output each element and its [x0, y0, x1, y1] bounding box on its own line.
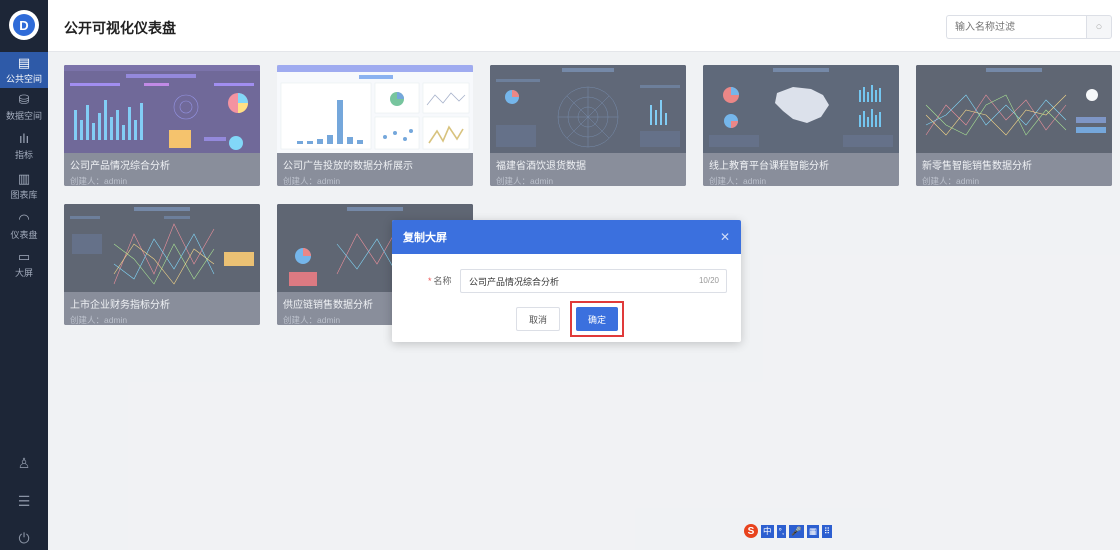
- sidebar-item-label: 公共空间: [5, 73, 42, 84]
- sidebar-item-label: 大屏: [14, 267, 33, 278]
- sidebar-item-public-space[interactable]: ▤ 公共空间: [0, 52, 48, 88]
- keyboard-icon[interactable]: ▦: [806, 524, 819, 538]
- ime-menu-icon[interactable]: ⠿: [821, 524, 833, 538]
- chart-library-icon: ▥: [17, 170, 31, 186]
- sidebar-item-data-space[interactable]: ⛁ 数据空间: [0, 89, 48, 125]
- ime-toolbar: S 中 °, 🎤 ▦ ⠿: [744, 523, 833, 539]
- header: 公开可视化仪表盘 ○: [48, 0, 1120, 52]
- microphone-icon[interactable]: 🎤: [789, 524, 804, 538]
- database-icon: ⛁: [18, 91, 30, 107]
- char-counter: 10/20: [698, 276, 719, 285]
- name-field[interactable]: [460, 269, 727, 293]
- document-icon: ▤: [17, 54, 31, 70]
- search-icon[interactable]: ○: [1086, 15, 1112, 39]
- name-field-label: * 名称: [428, 276, 452, 286]
- copy-screen-dialog: 复制大屏 ✕ *名称 10/20: [392, 220, 741, 342]
- monitor-icon: ▭: [17, 248, 31, 264]
- power-icon[interactable]: ⏻: [0, 530, 48, 547]
- sidebar-item-label: 指标: [14, 149, 33, 160]
- settings-sliders-icon[interactable]: ☰: [0, 493, 48, 510]
- gauge-icon: ◠: [18, 210, 30, 226]
- sidebar-item-dashboard[interactable]: ◠ 仪表盘: [0, 208, 48, 244]
- sogou-logo-icon[interactable]: S: [744, 524, 758, 538]
- confirm-button[interactable]: 确定: [576, 307, 618, 331]
- close-icon[interactable]: ✕: [720, 230, 730, 244]
- sidebar-item-metrics[interactable]: ılı 指标: [0, 128, 48, 164]
- sidebar-item-label: 仪表盘: [10, 229, 38, 240]
- sidebar-item-label: 图表库: [10, 189, 38, 200]
- bar-chart-icon: ılı: [18, 130, 30, 146]
- sidebar-item-big-screen[interactable]: ▭ 大屏: [0, 246, 48, 282]
- cancel-button[interactable]: 取消: [516, 307, 560, 331]
- app-logo[interactable]: D: [9, 10, 39, 40]
- sidebar-item-label: 数据空间: [5, 110, 42, 121]
- ime-chinese-mode[interactable]: 中: [761, 524, 774, 538]
- page-title: 公开可视化仪表盘: [64, 20, 176, 36]
- sidebar-item-chart-library[interactable]: ▥ 图表库: [0, 168, 48, 204]
- user-icon[interactable]: ♙: [0, 455, 48, 472]
- search-input[interactable]: [946, 15, 1086, 39]
- ime-punctuation-icon[interactable]: °,: [776, 524, 787, 538]
- dialog-title: 复制大屏: [403, 232, 447, 244]
- sidebar: D ▤ 公共空间 ⛁ 数据空间 ılı 指标 ▥ 图表库 ◠ 仪表盘 ▭ 大屏 …: [0, 0, 48, 550]
